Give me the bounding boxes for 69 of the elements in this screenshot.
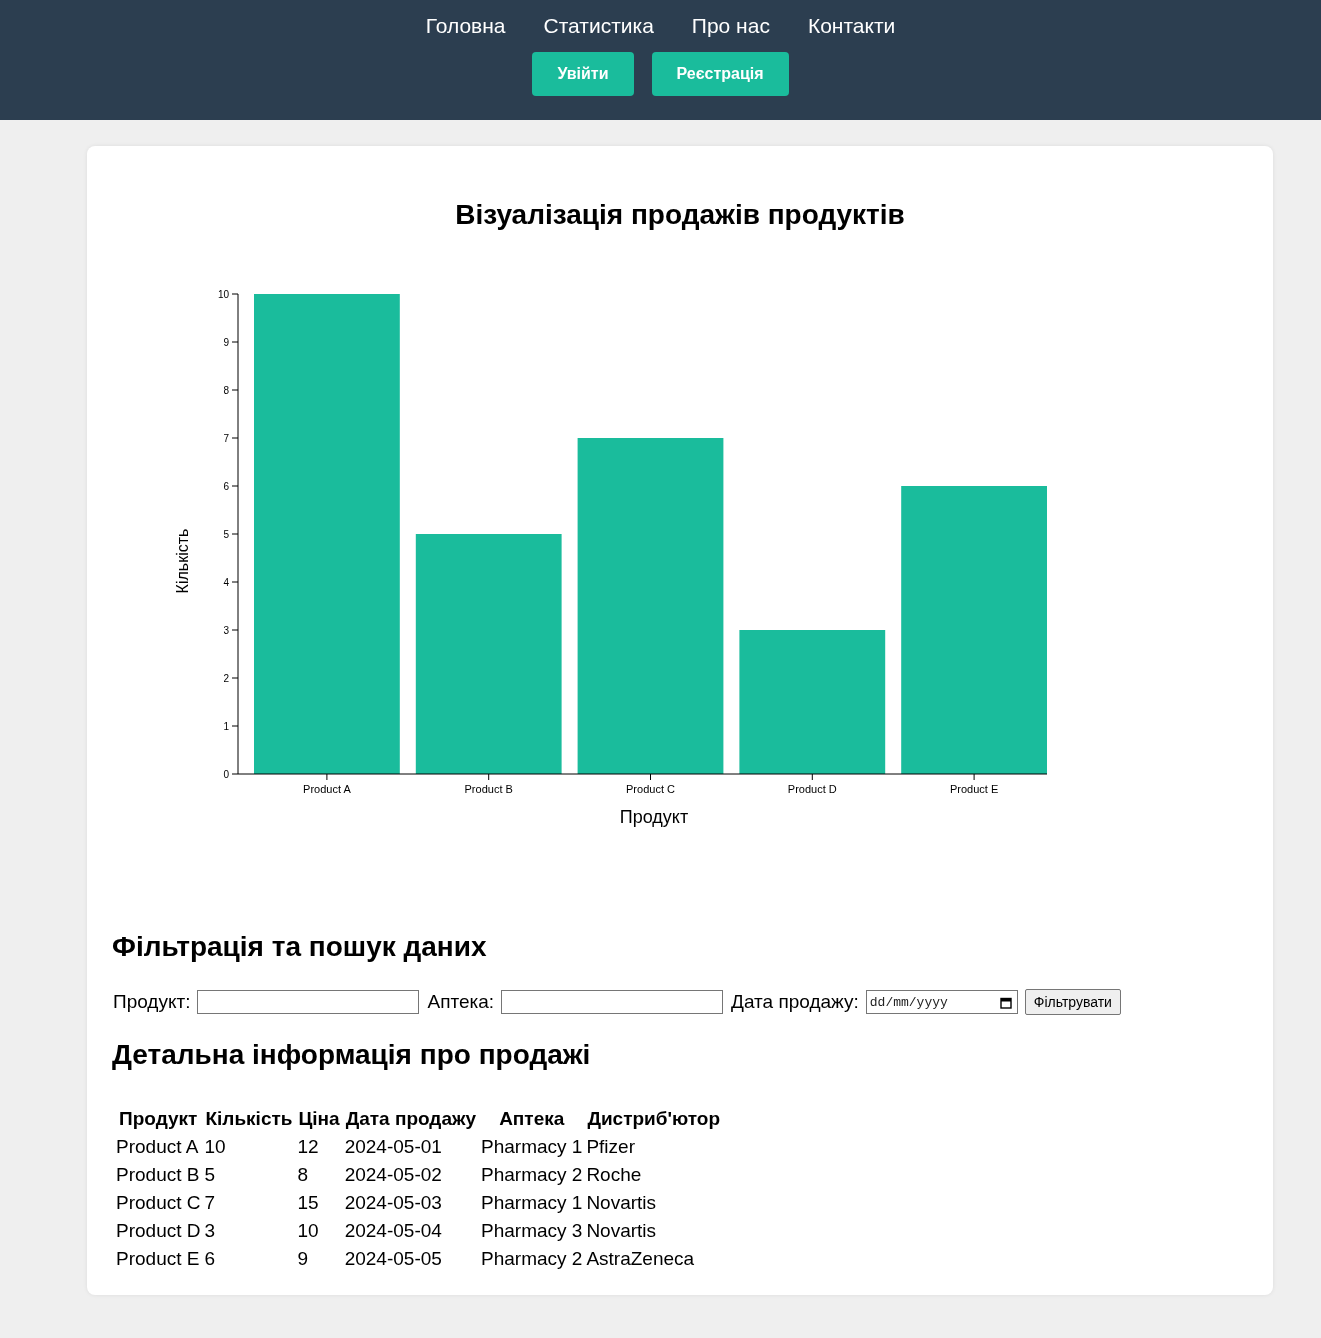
- x-tick-label: Product A: [303, 783, 351, 795]
- table-cell-text: 6: [204, 1247, 217, 1271]
- column-header: Аптека: [498, 1107, 566, 1131]
- nav-link[interactable]: Контакти: [807, 14, 896, 38]
- y-tick-label: 0: [223, 768, 229, 780]
- y-tick-label: 6: [223, 480, 229, 492]
- table-cell-text: 9: [297, 1247, 310, 1271]
- table-cell-text: 8: [297, 1163, 310, 1187]
- y-tick-label: 1: [223, 720, 229, 732]
- table-cell-text: 15: [297, 1191, 320, 1215]
- table-cell-text: 10: [204, 1135, 227, 1159]
- y-tick-label: 3: [223, 624, 229, 636]
- x-tick-label: Product B: [464, 783, 513, 795]
- y-tick-label: 4: [223, 576, 229, 588]
- table-cell-text: 3: [204, 1219, 217, 1243]
- nav-link[interactable]: Про нас: [691, 14, 770, 38]
- table-cell-text: Pfizer: [586, 1135, 636, 1159]
- x-axis-title: Продукт: [619, 807, 689, 827]
- column-header: Ціна: [297, 1107, 341, 1131]
- table-cell-text: 2024-05-04: [344, 1219, 443, 1243]
- table-cell-text: Pharmacy 3: [481, 1219, 583, 1243]
- table-cell-text: Product A: [116, 1135, 200, 1159]
- y-tick-label: 2: [223, 672, 229, 684]
- nav-link[interactable]: Головна: [425, 14, 506, 38]
- column-header: Дистриб'ютор: [586, 1107, 722, 1131]
- field-label: Аптека:: [427, 991, 495, 1013]
- table-cell-text: 2024-05-03: [344, 1191, 443, 1215]
- table-cell-text: Novartis: [586, 1219, 658, 1243]
- table-cell-text: 2024-05-02: [344, 1163, 443, 1187]
- filter-button[interactable]: Фільтрувати: [1024, 989, 1121, 1015]
- x-tick-label: Product D: [787, 783, 837, 795]
- section-heading: Фільтрація та пошук даних: [112, 931, 488, 963]
- table-cell-text: Product B: [116, 1163, 201, 1187]
- y-tick-label: 7: [223, 432, 229, 444]
- table-cell-text: 5: [204, 1163, 217, 1187]
- table-cell-text: Product C: [116, 1191, 201, 1215]
- table-cell-text: 2024-05-05: [344, 1247, 443, 1271]
- table-cell-text: Roche: [586, 1163, 643, 1187]
- field-label: Дата продажу:: [731, 991, 859, 1013]
- column-header: Кількість: [204, 1107, 294, 1131]
- column-header: Продукт: [118, 1107, 199, 1131]
- column-header: Дата продажу: [344, 1107, 477, 1131]
- nav-link[interactable]: Статистика: [543, 14, 654, 38]
- y-tick-label: 5: [223, 528, 229, 540]
- x-tick-label: Product E: [949, 783, 999, 795]
- y-tick-label: 10: [217, 288, 229, 300]
- table-cell-text: Product E: [116, 1247, 201, 1271]
- x-tick-label: Product C: [626, 783, 675, 795]
- input-field[interactable]: [197, 990, 420, 1014]
- calendar-icon[interactable]: [999, 997, 1012, 1009]
- table-cell-text: Pharmacy 2: [481, 1247, 583, 1271]
- table-cell-text: 10: [297, 1219, 320, 1243]
- table-cell-text: Pharmacy 1: [481, 1135, 583, 1159]
- table-cell-text: 2024-05-01: [344, 1135, 443, 1159]
- input-field[interactable]: [501, 990, 724, 1014]
- section-heading: Детальна інформація про продажі: [112, 1039, 592, 1071]
- date-field[interactable]: dd/mm/yyyy: [865, 990, 1018, 1014]
- chart-title: Візуалізація продажів продуктів: [454, 199, 906, 231]
- table-cell-text: Product D: [116, 1219, 201, 1243]
- y-axis-title: Кількість: [174, 528, 191, 594]
- y-tick-label: 8: [223, 384, 229, 396]
- table-cell-text: Pharmacy 2: [481, 1163, 583, 1187]
- y-tick-label: 9: [223, 336, 229, 348]
- table-cell-text: AstraZeneca: [586, 1247, 696, 1271]
- table-cell-text: 12: [297, 1135, 320, 1159]
- table-cell-text: Pharmacy 1: [481, 1191, 583, 1215]
- table-cell-text: Novartis: [586, 1191, 658, 1215]
- field-label: Продукт:: [113, 991, 191, 1013]
- table-cell-text: 7: [204, 1191, 217, 1215]
